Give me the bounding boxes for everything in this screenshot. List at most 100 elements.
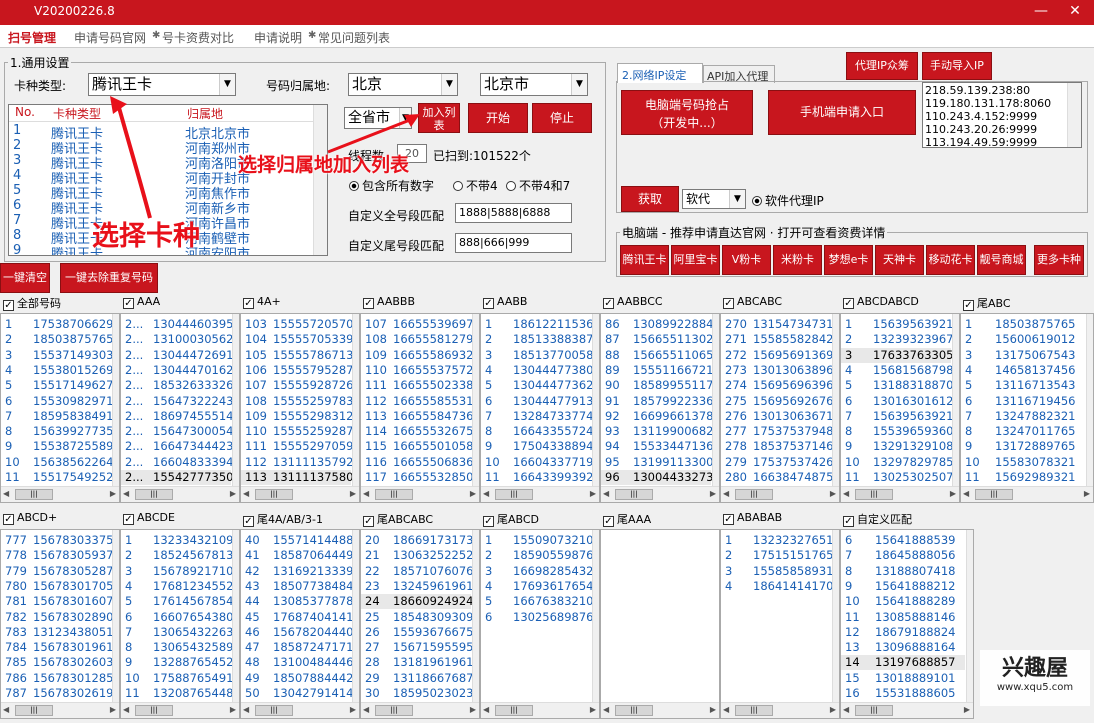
list-scrollbar[interactable] — [232, 530, 239, 718]
ip-list-textarea[interactable]: 218.59.139.238:80 119.180.131.178:8060 1… — [922, 82, 1082, 148]
all-cities-select[interactable]: 全省市 ▼ — [344, 107, 412, 129]
list-item[interactable]: 1 13233432109 — [121, 533, 233, 548]
list-item[interactable]: 46 15678204440 — [241, 625, 353, 640]
add-to-list-button[interactable]: 加入列表 — [418, 103, 460, 133]
list-item[interactable]: 1 18503875765 — [961, 317, 1085, 332]
horizontal-scrollbar[interactable]: ◀ ||| ▶ — [361, 486, 479, 502]
recommend-card-button[interactable]: 靓号商城 — [977, 245, 1026, 275]
recommend-card-button[interactable]: 更多卡种 — [1034, 245, 1084, 275]
section-header[interactable]: ✓ 尾ABC — [963, 295, 1011, 311]
tab-scan[interactable]: 扫号管理 — [8, 29, 56, 46]
horizontal-scrollbar[interactable]: ◀ ||| ▶ — [601, 702, 719, 718]
number-list[interactable]: 1 13233432109 2 18524567813 3 15678921710 4 176… — [120, 529, 240, 719]
radio-soft-proxy[interactable]: 软件代理IP — [752, 192, 824, 209]
list-item[interactable]: 2... 15647300054 — [121, 424, 233, 439]
list-item[interactable]: 280 16638474875 — [721, 470, 833, 485]
horizontal-scrollbar[interactable]: ◀ ||| ▶ — [721, 486, 839, 502]
recommend-card-button[interactable]: 米粉卡 — [773, 245, 822, 275]
list-item[interactable]: 2... 15542777350 — [121, 470, 233, 485]
section-header[interactable]: ✓ 尾AAA — [603, 511, 651, 527]
scroll-thumb[interactable]: ||| — [375, 705, 413, 716]
scroll-thumb[interactable]: ||| — [615, 705, 653, 716]
list-item[interactable]: 113 13111137580 — [241, 470, 353, 485]
list-item[interactable]: 106 15555795287 — [241, 363, 353, 378]
scroll-thumb[interactable]: ||| — [855, 489, 893, 500]
list-item[interactable]: 4 14658137456 — [961, 363, 1085, 378]
pc-grab-button[interactable]: 电脑端号码抢占 （开发中...） — [621, 90, 753, 135]
number-list[interactable]: 1 15639563921 2 13239323967 3 17633763305 4 156… — [840, 313, 960, 503]
list-scrollbar[interactable] — [832, 314, 839, 502]
list-item[interactable]: 111 16655502338 — [361, 378, 473, 393]
list-item[interactable]: 107 15555928726 — [241, 378, 353, 393]
number-list[interactable]: 1 15509073210 2 18590559876 3 16698285432 4 176… — [480, 529, 600, 719]
section-header[interactable]: ✓ ABABAB — [723, 511, 782, 527]
recommend-card-button[interactable]: 移动花卡 — [926, 245, 975, 275]
list-item[interactable]: 271 15585582842 — [721, 332, 833, 347]
list-item[interactable]: 2 17515151765 — [721, 548, 833, 563]
list-item[interactable]: 10 13297829785 — [841, 455, 953, 470]
list-scrollbar[interactable] — [472, 530, 479, 718]
list-item[interactable]: 115 16655501058 — [361, 439, 473, 454]
list-item[interactable]: 10 15638562264 — [1, 455, 113, 470]
list-item[interactable]: 5 13116713543 — [961, 378, 1085, 393]
list-scrollbar[interactable] — [592, 530, 599, 718]
list-item[interactable]: 116 16655506836 — [361, 455, 473, 470]
list-item[interactable]: 48 13100484446 — [241, 655, 353, 670]
list-item[interactable]: 12 18679188824 — [841, 625, 965, 640]
number-list[interactable]: 1 18503875765 2 15600619012 3 13175067543 4 146… — [960, 313, 1094, 503]
list-item[interactable]: 87 15665511302 — [601, 332, 713, 347]
list-item[interactable]: 4 18641414170 — [721, 579, 833, 594]
list-item[interactable]: 9 13172889765 — [961, 439, 1085, 454]
number-list[interactable]: 777 15678303375 778 15678305937 779 156783052… — [0, 529, 120, 719]
section-header[interactable]: ✓ AAA — [123, 295, 160, 311]
list-item[interactable]: 278 18537537146 — [721, 439, 833, 454]
horizontal-scrollbar[interactable]: ◀ ||| ▶ — [841, 702, 973, 718]
clear-all-button[interactable]: 一键清空 — [0, 263, 50, 293]
list-item[interactable]: 89 15551166721 — [601, 363, 713, 378]
section-header[interactable]: ✓ ABCD+ — [3, 511, 57, 527]
list-item[interactable]: 3 15678921710 — [121, 564, 233, 579]
list-item[interactable]: 11 15517549252 — [1, 470, 113, 485]
list-item[interactable]: 2... 15647322243 — [121, 394, 233, 409]
section-header[interactable]: ✓ AABB — [483, 295, 527, 311]
section-header[interactable]: ✓ 尾ABCABC — [363, 511, 433, 527]
list-item[interactable]: 277 17537537948 — [721, 424, 833, 439]
list-item[interactable]: 7 13065432263 — [121, 625, 233, 640]
table-scrollbar[interactable] — [313, 105, 327, 255]
list-item[interactable]: 2... 13044460395 — [121, 317, 233, 332]
list-item[interactable]: 7 13284733774 — [481, 409, 593, 424]
radio-all-digits[interactable]: 包含所有数字 — [349, 177, 434, 194]
list-item[interactable]: 1 15509073210 — [481, 533, 593, 548]
scroll-thumb[interactable]: ||| — [255, 489, 293, 500]
section-header[interactable]: ✓ AABBB — [363, 295, 415, 311]
horizontal-scrollbar[interactable]: ◀ ||| ▶ — [1, 702, 119, 718]
number-list[interactable]: 103 15555720570 104 15555705339 105 155557867… — [240, 313, 360, 503]
list-scrollbar[interactable] — [712, 314, 719, 502]
section-header[interactable]: ✓ ABCABC — [723, 295, 782, 311]
list-item[interactable]: 22 18571076076 — [361, 564, 473, 579]
list-item[interactable]: 41 18587064449 — [241, 548, 353, 563]
list-item[interactable]: 1 17538706629 — [1, 317, 113, 332]
number-list[interactable]: 86 13089922884 87 15665511302 88 15665511065 8… — [600, 313, 720, 503]
list-item[interactable]: 9 17504338894 — [481, 439, 593, 454]
list-item[interactable]: 117 16655532850 — [361, 470, 473, 485]
list-item[interactable]: 103 15555720570 — [241, 317, 353, 332]
list-item[interactable]: 7 18595838491 — [1, 409, 113, 424]
list-item[interactable]: 6 13044477913 — [481, 394, 593, 409]
list-item[interactable]: 114 16655532675 — [361, 424, 473, 439]
section-header[interactable]: ✓ ABCDE — [123, 511, 175, 527]
number-list[interactable]: ◀ ||| ▶ — [600, 529, 720, 719]
list-item[interactable]: 42 13169213339 — [241, 564, 353, 579]
list-item[interactable]: 2 13239323967 — [841, 332, 953, 347]
proxy-type-select[interactable]: 软代 ▼ — [682, 189, 746, 209]
scroll-thumb[interactable]: ||| — [855, 705, 893, 716]
horizontal-scrollbar[interactable]: ◀ ||| ▶ — [481, 486, 599, 502]
list-item[interactable]: 95 13199113300 — [601, 455, 713, 470]
scroll-thumb[interactable]: ||| — [375, 489, 413, 500]
ip-list-scrollbar[interactable] — [1067, 83, 1081, 147]
list-item[interactable]: 49 18507884442 — [241, 671, 353, 686]
list-item[interactable]: 96 13004433273 — [601, 470, 713, 485]
list-item[interactable]: 782 15678302890 — [1, 610, 113, 625]
list-item[interactable]: 28 13181961961 — [361, 655, 473, 670]
province-select[interactable]: 北京 ▼ — [348, 73, 458, 96]
